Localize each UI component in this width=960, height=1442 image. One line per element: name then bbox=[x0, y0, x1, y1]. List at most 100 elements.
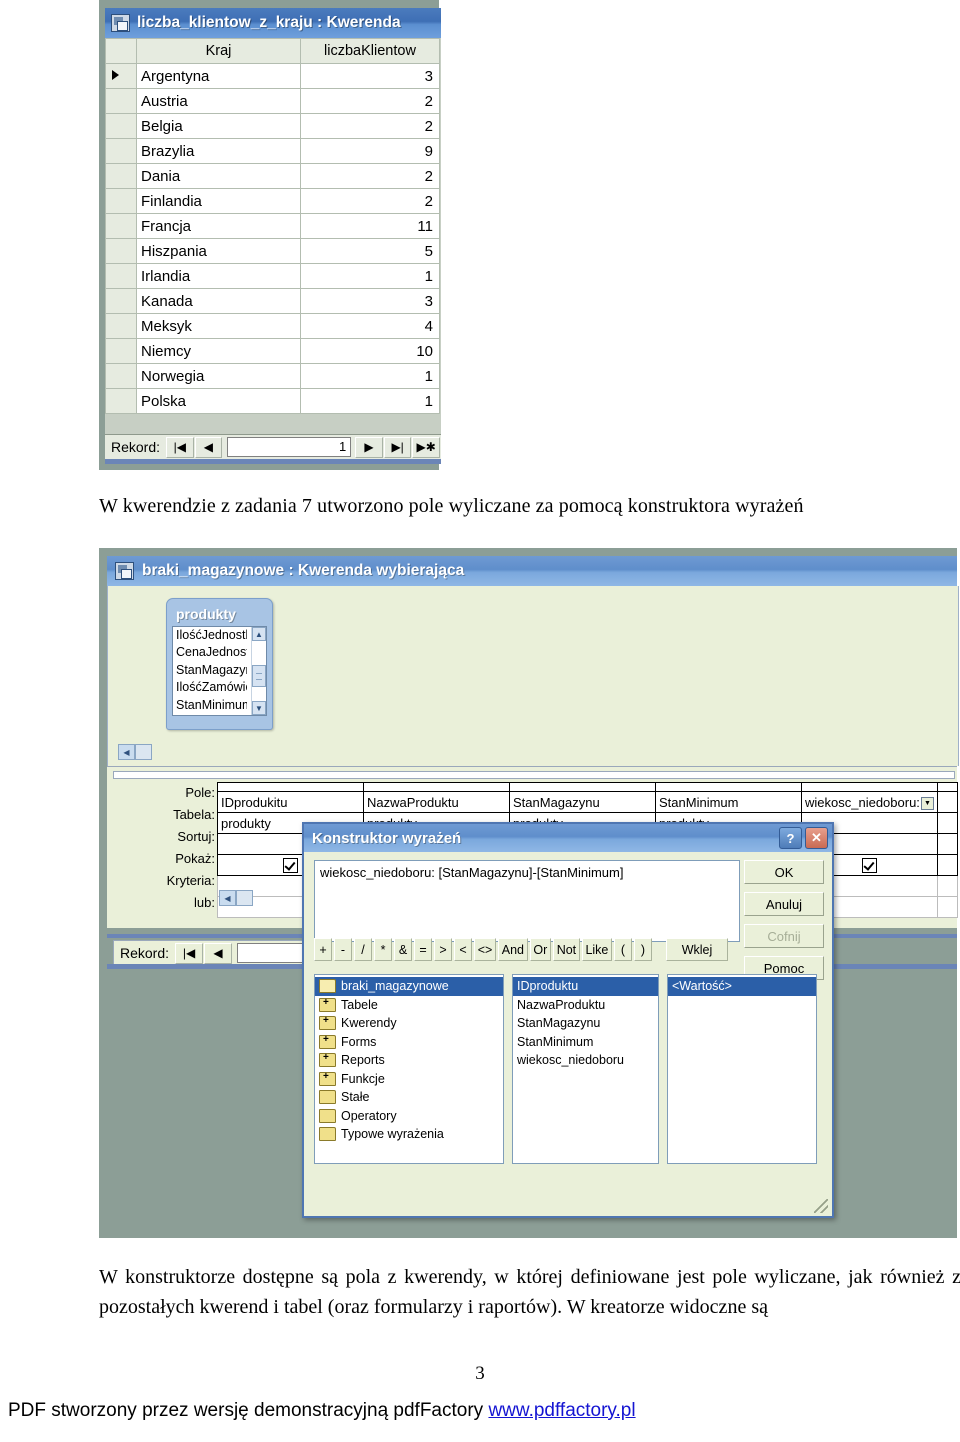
folder-plus-icon[interactable] bbox=[319, 1052, 336, 1068]
list-item[interactable]: StanMagazynu bbox=[513, 1014, 658, 1033]
cell-kraj[interactable]: Francja bbox=[136, 213, 301, 239]
row-selector[interactable] bbox=[105, 263, 137, 289]
table-row[interactable]: Brazylia 9 bbox=[105, 138, 440, 164]
cell-kraj[interactable]: Belgia bbox=[136, 113, 301, 139]
operator-multiply-button[interactable]: * bbox=[374, 938, 392, 961]
table-row[interactable]: Irlandia 1 bbox=[105, 263, 440, 289]
cell-liczba[interactable]: 2 bbox=[300, 113, 440, 139]
column-header-liczbaklientow[interactable]: liczbaKlientow bbox=[300, 38, 440, 64]
last-record-button[interactable]: ▶| bbox=[383, 436, 412, 458]
grid-cell-pole[interactable]: IDprodukitu bbox=[217, 791, 364, 813]
cell-kraj[interactable]: Hiszpania bbox=[136, 238, 301, 264]
grid-cell-sortuj-empty[interactable] bbox=[937, 833, 958, 855]
cell-liczba[interactable]: 9 bbox=[300, 138, 440, 164]
tree-item[interactable]: Forms bbox=[315, 1033, 503, 1052]
chevron-down-icon[interactable]: ▼ bbox=[921, 796, 934, 810]
folder-plus-icon[interactable] bbox=[319, 1015, 336, 1031]
expression-input[interactable]: wiekosc_niedoboru: [StanMagazynu]-[StanM… bbox=[314, 860, 740, 942]
scroll-down-icon[interactable]: ▼ bbox=[252, 701, 266, 715]
previous-record-button[interactable]: ◀ bbox=[194, 436, 223, 458]
operator-ampersand-button[interactable]: & bbox=[394, 938, 412, 961]
scroll-left-icon[interactable]: ◀ bbox=[118, 744, 135, 760]
scroll-left-icon[interactable]: ◀ bbox=[219, 890, 236, 906]
operator-equals-button[interactable]: = bbox=[414, 938, 432, 961]
grid-cell-pole[interactable]: NazwaProduktu bbox=[363, 791, 510, 813]
grid-cell-lub-empty[interactable] bbox=[937, 896, 958, 918]
cell-liczba[interactable]: 2 bbox=[300, 163, 440, 189]
datasheet-titlebar[interactable]: liczba_klientow_z_kraju : Kwerenda bbox=[105, 8, 441, 38]
folder-plus-icon[interactable] bbox=[319, 1034, 336, 1049]
hscroll-thumb[interactable] bbox=[236, 890, 253, 906]
tree-item[interactable]: Stałe bbox=[315, 1088, 503, 1107]
expression-builder-dialog[interactable]: Konstruktor wyrażeń ? ✕ wiekosc_niedobor… bbox=[302, 822, 834, 1218]
list-item[interactable]: StanMinimum bbox=[173, 697, 247, 714]
tree-item[interactable]: Tabele bbox=[315, 996, 503, 1015]
list-item[interactable]: NazwaProduktu bbox=[513, 996, 658, 1015]
cell-liczba[interactable]: 4 bbox=[300, 313, 440, 339]
first-record-button[interactable]: |◀ bbox=[166, 436, 194, 458]
cell-liczba[interactable]: 2 bbox=[300, 88, 440, 114]
cell-liczba[interactable]: 1 bbox=[300, 363, 440, 389]
operator-or-button[interactable]: Or bbox=[529, 938, 552, 961]
cell-liczba[interactable]: 10 bbox=[300, 338, 440, 364]
cell-kraj[interactable]: Argentyna bbox=[136, 63, 301, 89]
table-row[interactable]: Belgia 2 bbox=[105, 113, 440, 139]
list-item[interactable]: StanMagazyn bbox=[173, 662, 247, 679]
dialog-titlebar[interactable]: Konstruktor wyrażeń ? ✕ bbox=[304, 824, 832, 852]
cell-kraj[interactable]: Finlandia bbox=[136, 188, 301, 214]
cell-liczba[interactable]: 3 bbox=[300, 288, 440, 314]
undo-button[interactable]: Cofnij bbox=[744, 924, 824, 948]
table-row[interactable]: Austria 2 bbox=[105, 88, 440, 114]
grid-cell-pole[interactable]: StanMinimum bbox=[655, 791, 802, 813]
operator-divide-button[interactable]: / bbox=[354, 938, 372, 961]
values-pane[interactable]: <Wartość> bbox=[667, 974, 817, 1164]
grid-row-pole[interactable]: IDprodukitu NazwaProduktu StanMagazynu S… bbox=[217, 791, 958, 813]
table-row[interactable]: Hiszpania 5 bbox=[105, 238, 440, 264]
row-selector[interactable] bbox=[105, 288, 137, 314]
row-selector[interactable] bbox=[105, 338, 137, 364]
cell-kraj[interactable]: Norwegia bbox=[136, 363, 301, 389]
list-item[interactable]: IDproduktu bbox=[513, 977, 658, 996]
operator-notequal-button[interactable]: <> bbox=[474, 938, 497, 961]
row-selector[interactable] bbox=[105, 238, 137, 264]
grid-hscrollbar[interactable]: ◀ bbox=[219, 890, 269, 906]
cell-kraj[interactable]: Brazylia bbox=[136, 138, 301, 164]
operator-open-paren-button[interactable]: ( bbox=[614, 938, 632, 961]
hscroll-thumb[interactable] bbox=[135, 744, 152, 760]
cell-kraj[interactable]: Dania bbox=[136, 163, 301, 189]
cell-kraj[interactable]: Meksyk bbox=[136, 313, 301, 339]
operator-close-paren-button[interactable]: ) bbox=[634, 938, 652, 961]
cell-liczba[interactable]: 3 bbox=[300, 63, 440, 89]
close-icon[interactable]: ✕ bbox=[805, 827, 828, 849]
list-item[interactable]: IlośćJednostk bbox=[173, 627, 247, 644]
scrollbar-thumb[interactable] bbox=[252, 665, 266, 687]
operator-greater-button[interactable]: > bbox=[434, 938, 452, 961]
grid-cell-pokaz-empty[interactable] bbox=[937, 854, 958, 876]
cell-liczba[interactable]: 5 bbox=[300, 238, 440, 264]
field-list[interactable]: IlośćJednostk CenaJednostk StanMagazyn I… bbox=[172, 626, 267, 716]
tree-item[interactable]: braki_magazynowe bbox=[315, 977, 503, 996]
cell-liczba[interactable]: 11 bbox=[300, 213, 440, 239]
field-list-scrollbar[interactable]: ▲ ▼ bbox=[251, 627, 266, 715]
row-selector[interactable] bbox=[105, 63, 137, 89]
column-header-kraj[interactable]: Kraj bbox=[136, 38, 301, 64]
list-item[interactable]: <Wartość> bbox=[668, 977, 816, 996]
tree-item[interactable]: Funkcje bbox=[315, 1070, 503, 1089]
list-item[interactable]: CenaJednostk bbox=[173, 644, 247, 661]
row-selector[interactable] bbox=[105, 138, 137, 164]
column-selector[interactable] bbox=[363, 782, 510, 792]
tree-item[interactable]: Operatory bbox=[315, 1107, 503, 1126]
table-row[interactable]: Kanada 3 bbox=[105, 288, 440, 314]
operator-plus-button[interactable]: + bbox=[314, 938, 332, 961]
cell-kraj[interactable]: Irlandia bbox=[136, 263, 301, 289]
record-navigator[interactable]: Rekord: |◀ ◀ 1 ▶ ▶| ▶✱ bbox=[105, 434, 441, 459]
operator-less-button[interactable]: < bbox=[454, 938, 472, 961]
table-row[interactable]: Niemcy 10 bbox=[105, 338, 440, 364]
folder-plus-icon[interactable] bbox=[319, 997, 336, 1012]
row-selector[interactable] bbox=[105, 188, 137, 214]
list-item[interactable]: StanMinimum bbox=[513, 1033, 658, 1052]
row-selector[interactable] bbox=[105, 163, 137, 189]
record-number-input[interactable]: 1 bbox=[227, 437, 352, 457]
column-selector[interactable] bbox=[509, 782, 656, 792]
cell-liczba[interactable]: 1 bbox=[300, 388, 440, 414]
